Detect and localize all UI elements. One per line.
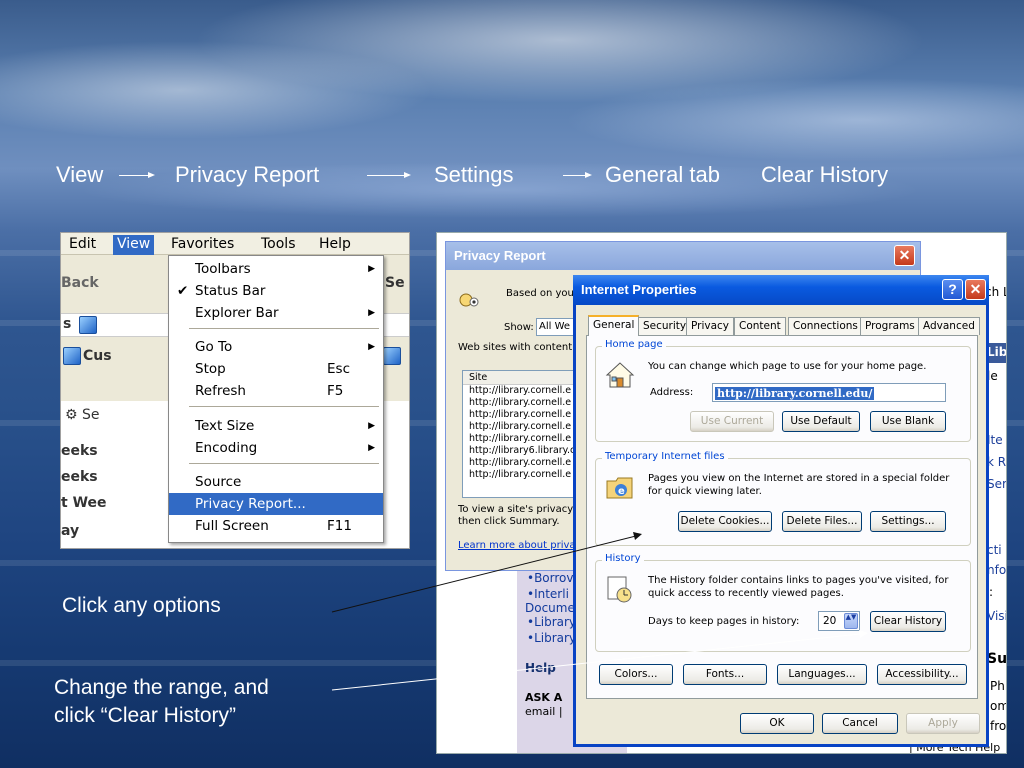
leader-lines <box>331 532 868 691</box>
leader-line-clear-history <box>331 633 861 691</box>
arrowhead-icon <box>633 532 642 540</box>
tab-general[interactable]: General <box>588 315 640 336</box>
arrowhead-icon <box>859 630 868 638</box>
leader-line-options <box>331 535 637 613</box>
